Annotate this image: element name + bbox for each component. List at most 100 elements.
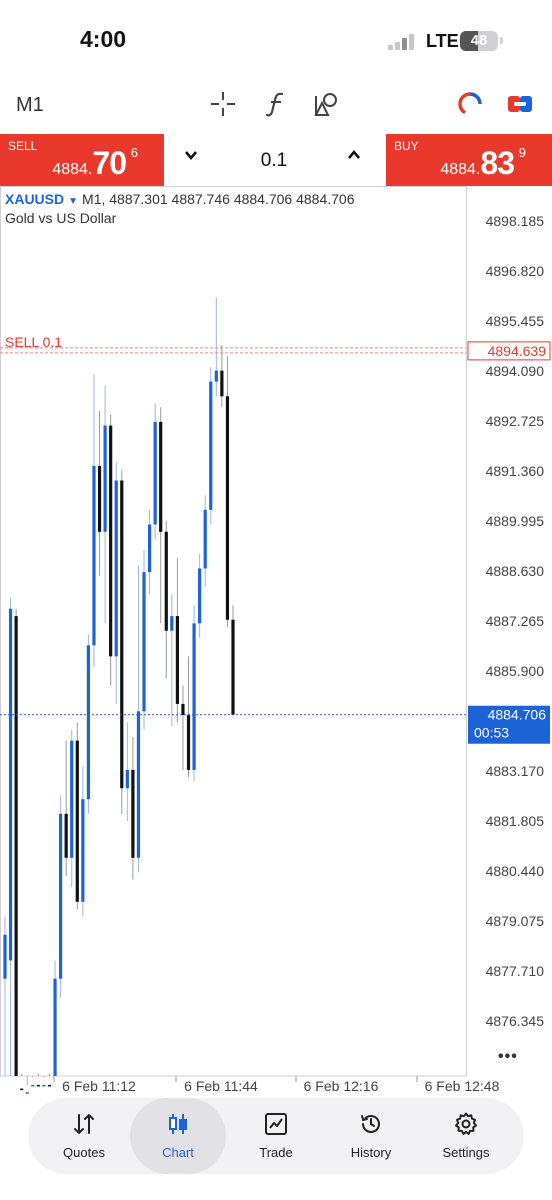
chevron-up-icon (348, 149, 360, 159)
volume-input[interactable]: 0.1 (240, 150, 308, 172)
one-click-trading-icon[interactable] (456, 90, 484, 118)
candle-body (125, 769, 129, 789)
candle-body (186, 714, 191, 770)
candle-body (147, 524, 152, 573)
nav-label-chart: Chart (162, 1145, 194, 1160)
trend-chart-icon (265, 1113, 287, 1135)
order-price-label: 4894.639 (488, 343, 547, 359)
order-line-label: SELL 0.1 (5, 334, 62, 350)
chevron-down-icon (185, 151, 197, 161)
candle-body (175, 616, 179, 704)
chart-symbol-info: XAUUSD ▼ M1, 4887.301 4887.746 4884.706 48… (5, 191, 355, 207)
buy-button[interactable]: BUY 4884.83 9 (386, 134, 552, 186)
candles-icon (169, 1114, 187, 1134)
battery-cap (500, 37, 503, 44)
more-icon[interactable]: ••• (498, 1048, 518, 1066)
nav-label-quotes: Quotes (63, 1145, 105, 1160)
y-tick-label: 4891.360 (486, 463, 545, 479)
candle-body (170, 616, 174, 631)
volume-increase-button[interactable] (347, 146, 361, 167)
symbol-description: Gold vs US Dollar (5, 210, 117, 226)
nav-label-settings: Settings (442, 1145, 490, 1160)
x-tick-label: 6 Feb 11:44 (184, 1078, 258, 1094)
candle-body (53, 978, 57, 1076)
symbol-dropdown-icon[interactable]: ▼ (68, 196, 78, 207)
candle-body (192, 623, 196, 770)
volume-decrease-button[interactable] (184, 146, 198, 167)
candle-body (136, 711, 141, 858)
x-tick-label: 6 Feb 12:16 (304, 1078, 379, 1094)
candle-body (8, 608, 13, 961)
nav-quotes[interactable]: Quotes (36, 1098, 132, 1174)
candle-body (97, 465, 102, 532)
candle-body (142, 572, 146, 712)
candle-body (42, 1084, 46, 1087)
candle-body (20, 1088, 24, 1091)
candle-body (203, 509, 207, 569)
candle-body (209, 381, 213, 510)
sell-price-main: 4884. (52, 161, 93, 178)
nav-label-trade: Trade (259, 1145, 293, 1160)
candle-body (70, 740, 74, 858)
sell-button[interactable]: SELL 4884.70 6 (0, 134, 164, 186)
candle-body (75, 740, 79, 902)
objects-icon[interactable] (313, 90, 341, 118)
timeframe-button[interactable]: M1 (16, 94, 44, 117)
y-tick-label: 4883.170 (486, 763, 545, 779)
y-tick-label: 4888.630 (486, 563, 545, 579)
buy-price-pips: 83 (480, 145, 515, 181)
y-tick-label: 4880.440 (486, 863, 545, 879)
history-clock-icon (361, 1115, 380, 1133)
candle-body (214, 370, 218, 382)
candle-body (231, 619, 235, 715)
candle-body (31, 1084, 35, 1087)
bottom-navigation: Quotes Chart Trade History Settings (28, 1098, 524, 1174)
candle-body (81, 799, 85, 902)
sell-price-fraction: 6 (130, 145, 138, 160)
candle-body (25, 1092, 29, 1094)
trade-toggle-icon[interactable] (506, 90, 534, 118)
battery-level: 48 (470, 32, 488, 49)
candle-body (159, 421, 163, 532)
buy-price: 4884.83 9 (440, 145, 526, 182)
candle-body (14, 616, 18, 1076)
candle-body (131, 769, 135, 858)
indicators-icon[interactable] (263, 90, 291, 118)
y-tick-label: 4898.185 (486, 213, 545, 229)
y-tick-label: 4881.805 (486, 813, 545, 829)
battery-icon: 48 (460, 31, 498, 51)
y-tick-label: 4894.090 (486, 363, 545, 379)
sell-price-pips: 70 (92, 145, 127, 181)
nav-chart[interactable]: Chart (130, 1098, 226, 1174)
y-tick-label: 4885.900 (486, 663, 545, 679)
x-tick-label: 6 Feb 12:48 (425, 1078, 500, 1094)
candle-body (114, 480, 118, 657)
sell-label: SELL (8, 139, 38, 153)
candle-body (109, 425, 113, 657)
candle-body (103, 425, 107, 532)
symbol-selector[interactable]: XAUUSD (5, 191, 64, 207)
candle-body (3, 934, 7, 979)
nav-settings[interactable]: Settings (418, 1098, 514, 1174)
y-tick-label: 4879.075 (486, 913, 545, 929)
candle-body (59, 813, 63, 979)
candle-body (198, 568, 202, 624)
candle-body (181, 703, 185, 715)
signal-strength-icon (388, 32, 420, 50)
crosshair-icon[interactable] (209, 90, 237, 118)
candle-body (120, 480, 124, 789)
buy-price-fraction: 9 (518, 145, 526, 160)
candle-body (92, 465, 96, 646)
buy-label: BUY (394, 139, 419, 153)
nav-history[interactable]: History (323, 1098, 419, 1174)
candle-body (86, 645, 91, 800)
price-chart[interactable]: 4898.185 4896.820 4895.455 4894.090 4892.725… (0, 186, 552, 1096)
candle-body (64, 813, 68, 858)
candle-body (220, 370, 224, 397)
y-tick-label: 4895.455 (486, 313, 545, 329)
candle-body (225, 396, 230, 620)
nav-trade[interactable]: Trade (228, 1098, 324, 1174)
gear-icon (455, 1112, 477, 1135)
y-tick-label: 4887.265 (486, 613, 545, 629)
countdown-label: 00:53 (474, 725, 509, 741)
